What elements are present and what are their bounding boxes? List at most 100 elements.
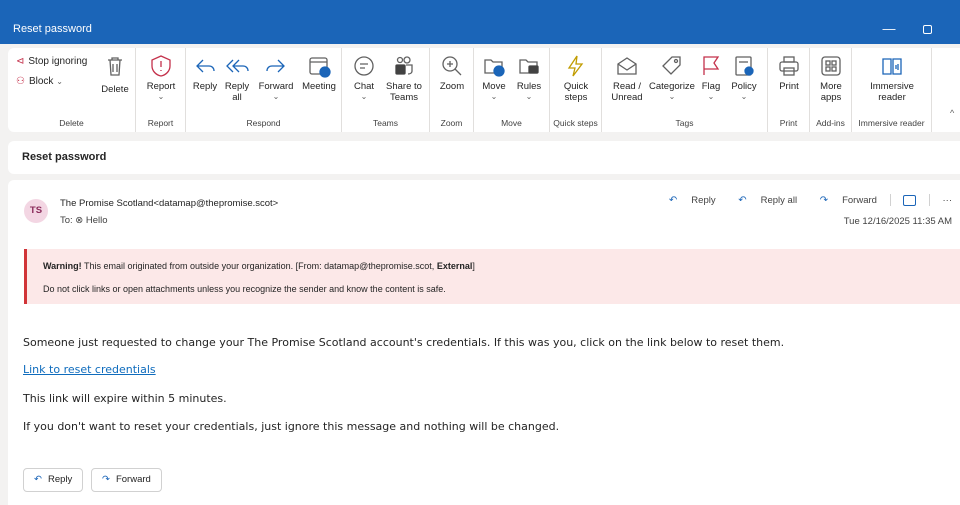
divider [928,194,930,206]
chat-button[interactable]: Chat ⌄ [348,54,380,101]
forward-icon: ↷ [102,474,110,485]
divider [889,194,891,206]
block-button[interactable]: ⚇ Block ⌄ [16,76,63,87]
title-bar: Reset password — [0,0,960,44]
group-label-immersive-reader: Immersive reader [858,118,925,128]
forward-icon: ↷ [819,194,829,206]
group-label-print: Print [779,118,798,128]
group-label-report: Report [147,118,174,128]
reply-icon [196,59,215,73]
forward-button[interactable]: Forward ⌄ [256,54,296,101]
move-button[interactable]: Move ⌄ [478,54,510,101]
ribbon-group-addins: More apps Add-ins [810,48,852,132]
ribbon-group-delete: ⊲ Stop ignoring ⚇ Block ⌄ Delete Delete [8,48,136,132]
maximize-button[interactable] [912,17,942,41]
warning-line-1: Warning! This email originated from outs… [43,261,475,271]
meeting-button[interactable]: Meeting [298,54,340,92]
reply-action[interactable]: ↶ Reply [659,195,716,206]
group-label-move: Move [501,118,522,128]
group-label-zoom: Zoom [440,118,463,128]
group-label-delete: Delete [59,118,84,128]
flag-icon [703,56,720,75]
reply-all-icon: ↶ [738,194,747,206]
reply-button[interactable]: Reply [190,54,220,92]
ribbon-group-teams: Chat ⌄ Share to Teams Teams [342,48,430,132]
message-subject: Reset password [22,151,107,163]
ribbon-group-quick-steps: Quick steps Quick steps [550,48,602,132]
message-pane: TS The Promise Scotland<datamap@thepromi… [8,180,960,505]
categorize-button[interactable]: Categorize ⌄ [648,54,696,101]
group-label-respond: Respond [246,118,281,128]
forward-icon [266,59,285,73]
shield-alert-icon [151,55,171,77]
flag-button[interactable]: Flag ⌄ [698,54,724,101]
print-button[interactable]: Print [772,54,806,92]
message-actions: ↶ Reply ↶ Reply all ↷ Forward ··· [649,194,952,206]
forward-action[interactable]: ↷ Forward [810,195,877,206]
tag-icon [662,56,681,75]
printer-icon [779,56,799,76]
calendar-reply-icon [309,57,331,78]
immersive-reader-button[interactable]: Immersive reader [862,54,922,103]
envelope-open-icon [617,57,637,75]
more-apps-button[interactable]: More apps [814,54,848,103]
block-icon: ⚇ [16,76,25,87]
ribbon-group-report: Report ⌄ Report [136,48,186,132]
reset-credentials-link[interactable]: Link to reset credentials [23,363,156,376]
policy-button[interactable]: Policy ⌄ [726,54,762,101]
apps-grid-icon [821,56,841,76]
recipient-line[interactable]: To: ⊗ Hello [60,215,108,226]
avatar[interactable]: TS [24,199,48,223]
body-paragraph-1: Someone just requested to change your Th… [23,336,785,349]
window-title: Reset password [13,23,92,35]
warning-line-2: Do not click links or open attachments u… [43,284,446,294]
reply-icon: ↶ [34,474,42,485]
footer-forward-button[interactable]: ↷ Forward [91,468,162,492]
folder-rules-icon [519,59,539,74]
minimize-button[interactable]: — [874,17,904,41]
ribbon-group-print: Print Print [768,48,810,132]
ribbon-group-move: Move ⌄ Rules ⌄ Move [474,48,550,132]
teams-app-icon[interactable] [903,194,917,206]
stop-ignoring-button[interactable]: ⊲ Stop ignoring [16,56,87,67]
ribbon: ⊲ Stop ignoring ⚇ Block ⌄ Delete Delete Re… [8,48,960,132]
policy-icon [735,56,754,76]
more-actions-button[interactable]: ··· [943,195,953,206]
subject-bar: Reset password [8,141,960,174]
body-paragraph-2: This link will expire within 5 minutes. [23,392,227,405]
chat-icon [354,56,374,76]
lightning-icon [567,55,584,77]
rules-button[interactable]: Rules ⌄ [512,54,546,101]
read-unread-button[interactable]: Read / Unread [606,54,648,103]
zoom-button[interactable]: Zoom [434,54,470,92]
reply-icon: ↶ [668,194,678,206]
ribbon-group-tags: Read / Unread Categorize ⌄ Flag ⌄ Policy… [602,48,768,132]
footer-reply-button[interactable]: ↶ Reply [23,468,84,492]
collapse-ribbon-icon[interactable]: ^ [950,108,954,118]
sender-name[interactable]: The Promise Scotland<datamap@thepromise.… [60,198,278,209]
group-label-teams: Teams [372,118,399,128]
group-label-tags: Tags [675,118,694,128]
ribbon-group-zoom: Zoom Zoom [430,48,474,132]
quick-steps-button[interactable]: Quick steps [556,54,596,103]
reply-all-button[interactable]: Reply all [220,54,254,103]
reply-all-icon [226,59,249,73]
zoom-in-icon [442,56,462,76]
message-date: Tue 12/16/2025 11:35 AM [843,216,952,227]
teams-icon [395,56,413,75]
external-warning-banner: Warning! This email originated from outs… [24,249,960,304]
trash-icon [108,57,122,76]
folder-move-icon [484,59,505,77]
delete-button[interactable]: Delete [96,54,134,95]
group-label-addins: Add-ins [816,118,845,128]
stop-ignoring-icon: ⊲ [16,56,25,67]
ribbon-group-respond: Reply Reply all Forward ⌄ Meeting Respon… [186,48,342,132]
maximize-icon [922,25,932,35]
body-paragraph-3: If you don't want to reset your credenti… [23,420,560,433]
reply-all-action[interactable]: ↶ Reply all [728,195,797,206]
report-button[interactable]: Report ⌄ [142,54,180,101]
immersive-reader-icon [882,58,902,75]
ribbon-group-immersive-reader: Immersive reader Immersive reader [852,48,932,132]
share-to-teams-button[interactable]: Share to Teams [382,54,426,103]
group-label-quick-steps: Quick steps [553,118,598,128]
